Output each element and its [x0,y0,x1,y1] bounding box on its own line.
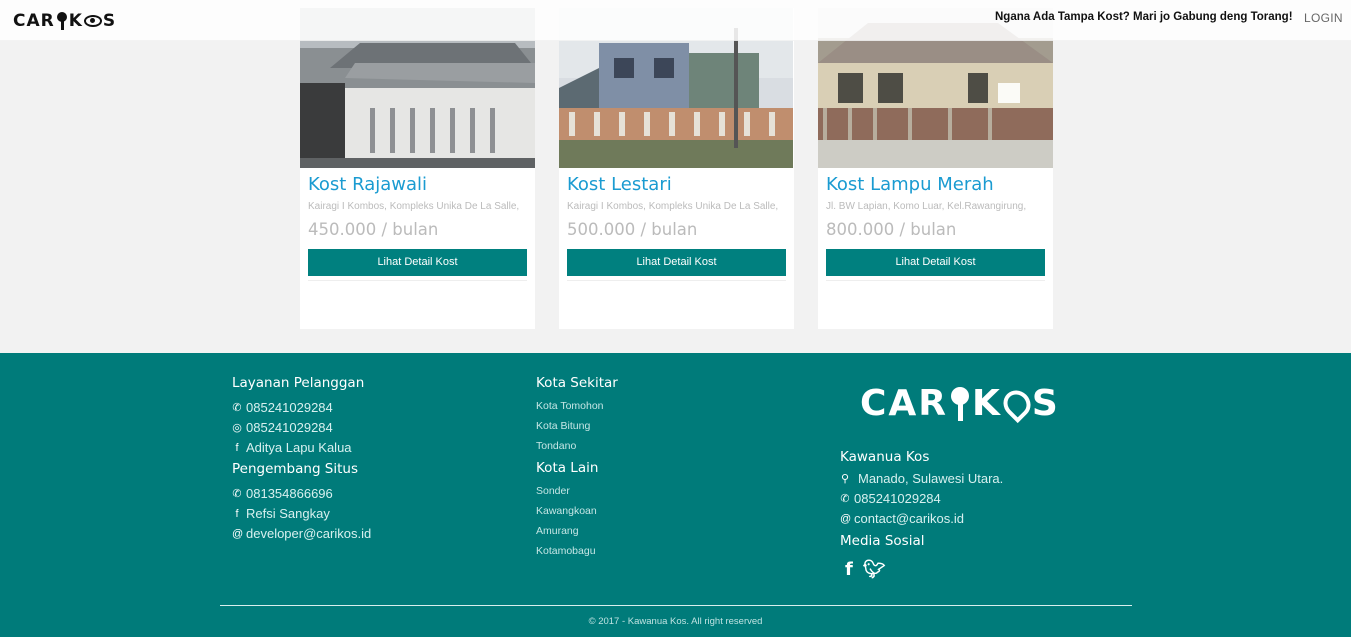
dev-phone[interactable]: ✆ 081354866696 [232,486,371,501]
location-pin-icon [997,384,1037,423]
divider [308,280,527,281]
kost-address: Jl. BW Lapian, Komo Luar, Kel.Rawangirun… [826,201,1027,212]
divider [826,280,1045,281]
company-heading: Kawanua Kos [840,449,930,465]
carikos-logo[interactable]: CAR K S [13,11,116,31]
footer-cities-column: Kota Sekitar Kota Tomohon Kota Bitung To… [536,375,618,565]
company-email[interactable]: @ contact@carikos.id [840,511,1003,526]
city-link-tomohon[interactable]: Kota Tomohon [536,400,618,412]
cs-facebook[interactable]: f Aditya Lapu Kalua [232,440,371,455]
kost-card[interactable]: Kost Rajawali Kairagi I Kombos, Kompleks… [300,8,535,329]
key-icon [950,386,970,421]
kost-price: 800.000 / bulan [826,220,957,239]
facebook-icon: f [235,441,239,454]
key-icon [56,12,68,30]
twitter-icon[interactable]: 🐦︎ [863,559,886,580]
kost-card[interactable]: Kost Lampu Merah Jl. BW Lapian, Komo Lua… [818,8,1053,329]
kost-title[interactable]: Kost Lestari [567,174,672,195]
kost-card-list: Kost Rajawali Kairagi I Kombos, Kompleks… [300,8,1053,329]
detail-button[interactable]: Lihat Detail Kost [308,249,527,276]
copyright: © 2017 - Kawanua Kos. All right reserved [588,616,763,627]
developer-heading: Pengembang Situs [232,461,359,477]
footer-carikos-logo: CAR K S [860,383,1060,424]
map-marker-icon: ⚲ [840,473,850,485]
dev-facebook[interactable]: f Refsi Sangkay [232,506,371,521]
kost-price: 500.000 / bulan [567,220,698,239]
city-link-sonder[interactable]: Sonder [536,485,618,497]
login-link[interactable]: LOGIN [1304,11,1343,25]
top-navbar: CAR K S Ngana Ada Tampa Kost? Mari jo Gabu… [0,0,1351,41]
city-link-kawangkoan[interactable]: Kawangkoan [536,505,618,517]
facebook-icon: f [235,507,239,520]
phone-icon: ✆ [232,402,242,414]
city-link-tondano[interactable]: Tondano [536,440,618,452]
join-cta-link[interactable]: Ngana Ada Tampa Kost? Mari jo Gabung den… [995,11,1293,23]
cs-phone[interactable]: ✆ 085241029284 [232,400,371,415]
detail-button[interactable]: Lihat Detail Kost [567,249,786,276]
kost-price: 450.000 / bulan [308,220,439,239]
footer-contact-column: Layanan Pelanggan ✆ 085241029284 ◎ 0852410… [232,375,371,546]
city-link-kotamobagu[interactable]: Kotamobagu [536,545,618,557]
kost-card[interactable]: Kost Lestari Kairagi I Kombos, Kompleks … [559,8,794,329]
kost-address: Kairagi I Kombos, Kompleks Unika De La S… [567,201,779,212]
detail-button[interactable]: Lihat Detail Kost [826,249,1045,276]
cs-whatsapp[interactable]: ◎ 085241029284 [232,420,371,435]
other-cities-heading: Kota Lain [536,460,599,476]
city-link-amurang[interactable]: Amurang [536,525,618,537]
company-phone[interactable]: ✆ 085241029284 [840,491,1003,506]
footer-company-column: Kawanua Kos ⚲ Manado, Sulawesi Utara. ✆ 08… [840,449,1003,580]
site-footer: Layanan Pelanggan ✆ 085241029284 ◎ 0852410… [0,353,1351,637]
eye-icon [83,15,102,27]
footer-divider [220,605,1132,606]
at-icon: @ [840,512,852,525]
kost-title[interactable]: Kost Rajawali [308,174,427,195]
phone-icon: ✆ [840,493,850,505]
divider [567,280,786,281]
kost-title[interactable]: Kost Lampu Merah [826,174,994,195]
whatsapp-icon: ◎ [232,422,242,434]
kost-address: Kairagi I Kombos, Kompleks Unika De La S… [308,201,520,212]
social-media-heading: Media Sosial [840,533,925,549]
facebook-icon[interactable]: f [845,559,853,580]
dev-email[interactable]: @ developer@carikos.id [232,526,371,541]
company-location: ⚲ Manado, Sulawesi Utara. [840,471,1004,486]
social-links: f 🐦︎ [840,559,1003,580]
nearby-cities-heading: Kota Sekitar [536,375,618,391]
at-icon: @ [232,527,244,540]
city-link-bitung[interactable]: Kota Bitung [536,420,618,432]
phone-icon: ✆ [232,488,242,500]
customer-service-heading: Layanan Pelanggan [232,375,365,391]
